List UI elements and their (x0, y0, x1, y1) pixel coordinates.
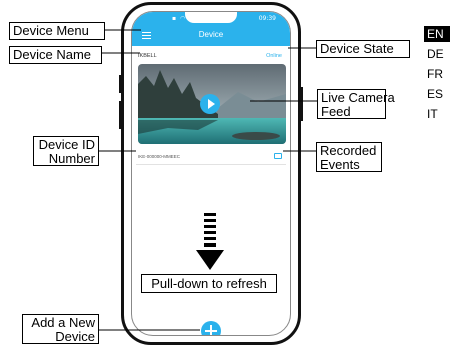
live-feed-callout-line1: Live Camera (321, 90, 395, 105)
device-state-callout: Device State (316, 40, 410, 58)
recorded-events-callout-line1: Recorded (320, 143, 377, 158)
device-id-callout-line2: Number (48, 151, 95, 166)
pull-to-refresh-label: Pull-down to refresh (141, 274, 277, 293)
live-feed-callout: Live Camera Feed (317, 89, 395, 119)
device-menu-callout: Device Menu (9, 22, 105, 40)
lang-es[interactable]: ES (424, 86, 450, 102)
lang-fr[interactable]: FR (424, 66, 450, 82)
live-feed-callout-line2: Feed (321, 104, 351, 119)
add-device-callout-line2: Device (55, 329, 95, 344)
device-id-callout: Device ID Number (33, 136, 99, 166)
lang-en[interactable]: EN (424, 26, 450, 42)
lang-it[interactable]: IT (424, 106, 450, 122)
lang-de[interactable]: DE (424, 46, 450, 62)
device-name-callout: Device Name (9, 46, 102, 64)
recorded-events-callout: Recorded Events (316, 142, 382, 172)
device-id-callout-line1: Device ID (38, 137, 95, 152)
recorded-events-callout-line2: Events (320, 157, 360, 172)
refresh-arrow (196, 213, 224, 270)
add-device-callout-line1: Add a New (31, 315, 95, 330)
add-device-callout: Add a New Device (22, 314, 99, 344)
